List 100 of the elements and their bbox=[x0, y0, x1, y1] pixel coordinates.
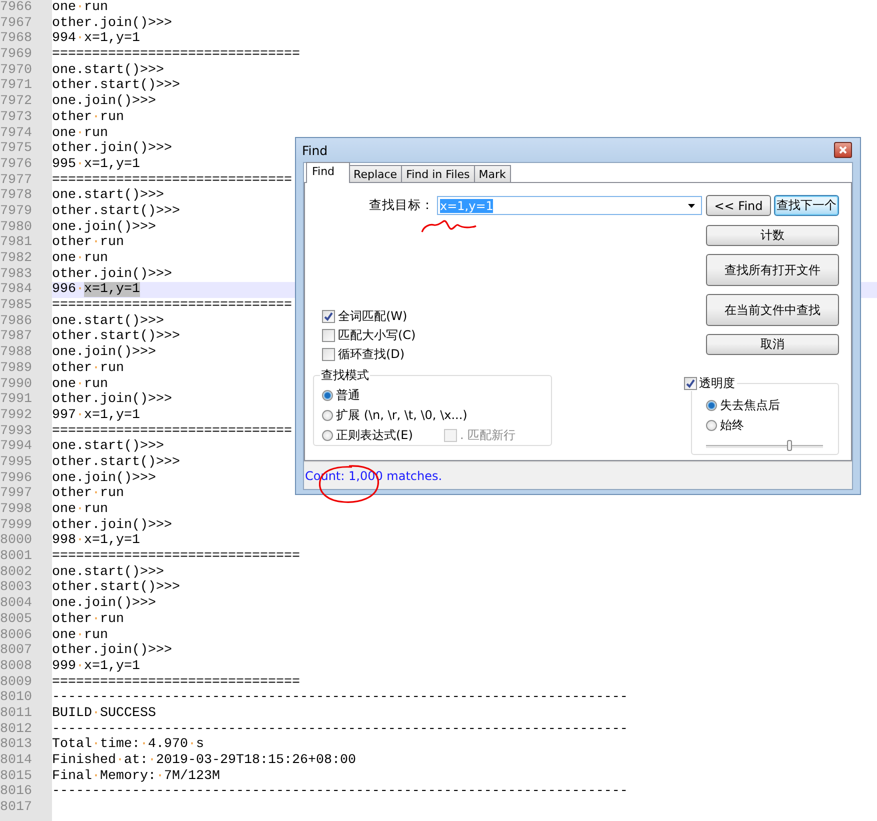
code-line: 997·x=1,y=1 bbox=[52, 408, 140, 424]
dialog-button[interactable]: 在当前文件中查找 bbox=[706, 294, 839, 326]
line-number: 7967 bbox=[0, 16, 32, 31]
code-line: Total·time:·4.970·s bbox=[52, 737, 204, 753]
option-label: 透明度 bbox=[699, 375, 735, 391]
line-number: 7984 bbox=[0, 282, 32, 298]
dialog-button[interactable]: 计数 bbox=[706, 225, 839, 246]
line-number: 7987 bbox=[0, 329, 32, 344]
line-number: 7977 bbox=[0, 172, 32, 188]
dialog-button[interactable]: << Find bbox=[706, 195, 771, 216]
line-number: 8003 bbox=[0, 580, 32, 596]
line-number: 7970 bbox=[0, 62, 32, 78]
line-number: 8015 bbox=[0, 768, 32, 784]
code-line: other.start()>>> bbox=[52, 580, 180, 596]
code-line: other.join()>>> bbox=[52, 392, 172, 408]
code-line: other.start()>>> bbox=[52, 204, 180, 220]
code-line: other·run bbox=[52, 486, 124, 502]
line-number: 7997 bbox=[0, 486, 32, 502]
line-number: 8014 bbox=[0, 753, 32, 768]
option-label: 循环查找(D) bbox=[338, 346, 405, 362]
radio-button[interactable] bbox=[706, 400, 717, 410]
code-line: other.start()>>> bbox=[52, 329, 180, 345]
line-number: 7975 bbox=[0, 141, 32, 156]
code-line: other.join()>>> bbox=[52, 518, 172, 534]
group-title: 查找模式 bbox=[320, 367, 370, 383]
dialog-button[interactable]: 取消 bbox=[706, 334, 839, 355]
radio-button[interactable] bbox=[322, 390, 333, 400]
radio-label: 普通 bbox=[336, 386, 360, 404]
code-line: other·run bbox=[52, 360, 124, 377]
code-line: one.start()>>> bbox=[52, 564, 164, 580]
code-line: 995·x=1,y=1 bbox=[52, 156, 140, 173]
line-number: 7983 bbox=[0, 266, 32, 282]
code-line: one·run bbox=[52, 126, 108, 141]
line-number: 7999 bbox=[0, 518, 32, 533]
line-number: 7996 bbox=[0, 470, 32, 486]
code-line: one·run bbox=[52, 376, 108, 392]
code-line: =============================== bbox=[52, 47, 300, 63]
line-number: 7993 bbox=[0, 424, 32, 439]
line-number: 7980 bbox=[0, 220, 32, 235]
code-line: =============================== bbox=[52, 674, 300, 690]
line-number: 7982 bbox=[0, 251, 32, 266]
code-line: ------------------------------------------------------------------------ bbox=[52, 690, 628, 706]
code-line: one·run bbox=[52, 0, 108, 16]
code-line: ------------------------------------------------------------------------ bbox=[52, 722, 628, 737]
dialog-button[interactable]: 查找所有打开文件 bbox=[706, 254, 839, 286]
tab[interactable]: Find bbox=[306, 162, 350, 183]
code-line: 998·x=1,y=1 bbox=[52, 533, 140, 550]
option-label: 全词匹配(W) bbox=[338, 308, 408, 324]
code-line: one.join()>>> bbox=[52, 596, 156, 612]
code-line: =============================== bbox=[52, 549, 300, 565]
slider-thumb[interactable] bbox=[787, 440, 792, 451]
radio-label: 正则表达式(E) bbox=[336, 426, 413, 444]
line-number: 7973 bbox=[0, 110, 32, 125]
code-line: other·run bbox=[52, 235, 124, 252]
code-line: Final·Memory:·7M/123M bbox=[52, 768, 220, 784]
code-line: one.start()>>> bbox=[52, 62, 164, 78]
tab[interactable]: Mark bbox=[474, 165, 511, 183]
code-line: ============================== bbox=[52, 298, 292, 314]
squiggle-annotation bbox=[420, 218, 478, 234]
checkbox[interactable] bbox=[322, 328, 335, 342]
code-line: one.join()>>> bbox=[52, 470, 156, 486]
radio-button[interactable] bbox=[706, 420, 717, 430]
line-number: 7968 bbox=[0, 31, 32, 46]
line-number: 7991 bbox=[0, 392, 32, 408]
code-line: ============================== bbox=[52, 424, 292, 439]
line-number: 8000 bbox=[0, 533, 32, 548]
close-icon[interactable] bbox=[834, 142, 852, 158]
line-number: 8006 bbox=[0, 628, 32, 642]
line-number: 7978 bbox=[0, 188, 32, 204]
radio-label: 失去焦点后 bbox=[720, 396, 780, 414]
code-line: other·run bbox=[52, 110, 124, 126]
code-line: one.join()>>> bbox=[52, 220, 156, 235]
tab[interactable]: Find in Files bbox=[401, 165, 475, 183]
line-number: 7969 bbox=[0, 47, 32, 62]
dialog-button[interactable]: 查找下一个 bbox=[774, 195, 839, 216]
code-line: other.join()>>> bbox=[52, 643, 172, 659]
line-number: 7966 bbox=[0, 0, 32, 15]
radio-button[interactable] bbox=[322, 430, 333, 440]
checkbox[interactable] bbox=[322, 310, 335, 322]
line-number: 8010 bbox=[0, 690, 32, 706]
dropdown-arrow-icon[interactable] bbox=[688, 204, 695, 208]
line-number: 7994 bbox=[0, 439, 32, 454]
line-number: 7998 bbox=[0, 502, 32, 517]
line-number: 7976 bbox=[0, 156, 32, 172]
line-number: 8011 bbox=[0, 706, 32, 721]
code-line: 996·x=1,y=1 bbox=[52, 282, 140, 298]
code-line: other.start()>>> bbox=[52, 454, 180, 471]
code-line: one.join()>>> bbox=[52, 345, 156, 361]
checkbox[interactable] bbox=[322, 348, 335, 360]
code-line: one.start()>>> bbox=[52, 188, 164, 204]
radio-button[interactable] bbox=[322, 410, 333, 420]
checkbox[interactable] bbox=[684, 376, 697, 390]
code-line: BUILD·SUCCESS bbox=[52, 706, 156, 722]
line-number: 7972 bbox=[0, 94, 32, 110]
line-number: 8002 bbox=[0, 564, 32, 580]
code-line: other.join()>>> bbox=[52, 16, 172, 32]
code-line: one·run bbox=[52, 628, 108, 643]
line-number: 7988 bbox=[0, 345, 32, 360]
code-line: other·run bbox=[52, 612, 124, 628]
line-number: 8009 bbox=[0, 674, 32, 690]
